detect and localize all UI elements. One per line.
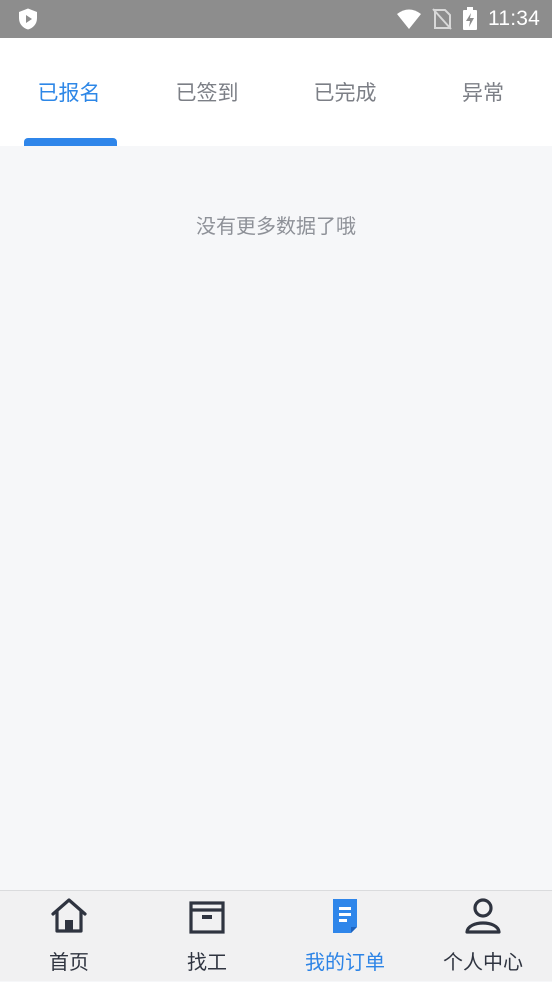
app-shield-icon (19, 8, 37, 30)
nav-my-orders-label: 我的订单 (305, 950, 385, 974)
nav-home[interactable]: 首页 (0, 891, 138, 982)
status-time: 11:34 (488, 7, 540, 30)
user-profile-icon (465, 898, 501, 934)
tab-signed-in-label: 已签到 (175, 81, 239, 105)
active-tab-indicator (24, 138, 117, 146)
order-status-tabs: 已报名 已签到 已完成 异常 (0, 38, 552, 146)
nav-my-orders[interactable]: 我的订单 (276, 891, 414, 982)
no-sim-icon (432, 8, 452, 30)
status-right-group: 11:34 (396, 0, 540, 38)
tab-abnormal[interactable]: 异常 (414, 38, 552, 146)
nav-home-label: 首页 (49, 950, 89, 974)
nav-profile[interactable]: 个人中心 (414, 891, 552, 982)
home-icon (51, 898, 87, 933)
wifi-icon (397, 9, 421, 29)
briefcase-icon (189, 901, 225, 934)
order-document-icon (333, 899, 357, 933)
status-bar: 11:34 (0, 0, 552, 38)
tab-completed[interactable]: 已完成 (276, 38, 414, 146)
tab-registered-label: 已报名 (37, 81, 101, 105)
battery-charging-icon (463, 7, 477, 30)
nav-profile-label: 个人中心 (443, 950, 523, 974)
nav-find-work[interactable]: 找工 (138, 891, 276, 982)
empty-state-text: 没有更多数据了哦 (196, 214, 356, 238)
order-list[interactable]: 没有更多数据了哦 (0, 146, 552, 890)
tab-abnormal-label: 异常 (462, 81, 504, 105)
bottom-navigation: 首页 找工 我的订单 个人中心 (0, 890, 552, 981)
tab-signed-in[interactable]: 已签到 (138, 38, 276, 146)
tab-registered[interactable]: 已报名 (0, 38, 138, 146)
nav-find-work-label: 找工 (187, 950, 227, 974)
tab-completed-label: 已完成 (313, 81, 377, 105)
